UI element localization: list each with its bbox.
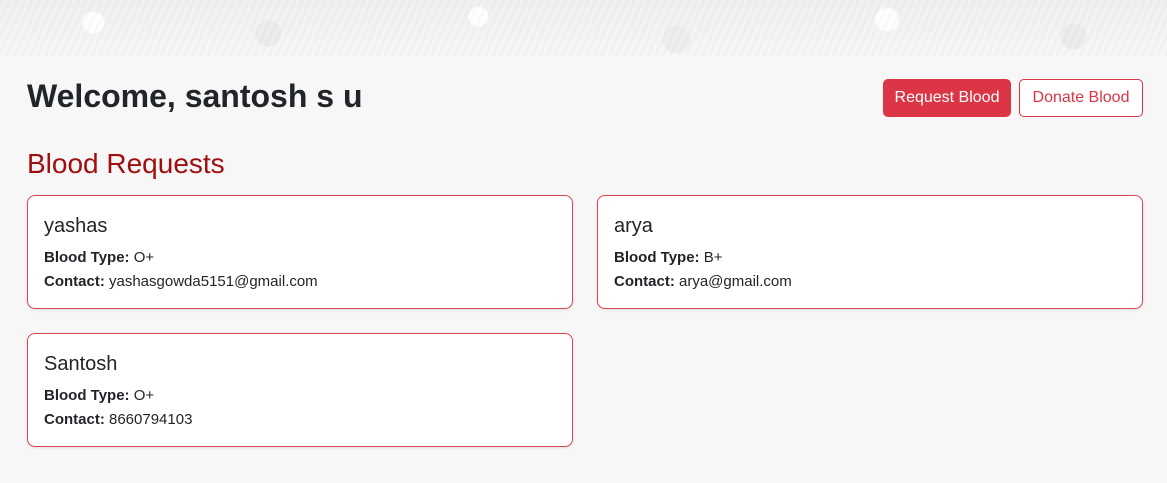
blood-type-value: O+ <box>133 249 155 266</box>
blood-request-card: Santosh Blood Type: O+ Contact: 86607941… <box>27 333 573 447</box>
blood-type-value: B+ <box>703 249 723 266</box>
donate-blood-button[interactable]: Donate Blood <box>1019 79 1143 117</box>
contact-line: Contact: yashasgowda5151@gmail.com <box>44 270 556 294</box>
blood-requests-title: Blood Requests <box>27 148 225 179</box>
contact-label: Contact: <box>44 273 105 290</box>
requester-name: arya <box>614 215 653 237</box>
blood-type-label: Blood Type: <box>44 249 130 266</box>
contact-label: Contact: <box>614 273 675 290</box>
blood-type-line: Blood Type: O+ <box>44 246 556 270</box>
contact-label: Contact: <box>44 411 105 428</box>
request-blood-button[interactable]: Request Blood <box>883 79 1011 117</box>
top-banner-background <box>0 0 1167 56</box>
blood-type-line: Blood Type: B+ <box>614 246 1126 270</box>
contact-value: yashasgowda5151@gmail.com <box>109 273 318 290</box>
blood-request-card: arya Blood Type: B+ Contact: arya@gmail.… <box>597 195 1143 309</box>
requester-name: yashas <box>44 215 108 237</box>
blood-request-card: yashas Blood Type: O+ Contact: yashasgow… <box>27 195 573 309</box>
contact-line: Contact: arya@gmail.com <box>614 270 1126 294</box>
blood-type-line: Blood Type: O+ <box>44 384 556 408</box>
blood-type-label: Blood Type: <box>614 249 700 266</box>
welcome-heading: Welcome, santosh s u <box>27 78 363 114</box>
blood-type-label: Blood Type: <box>44 387 130 404</box>
requester-name: Santosh <box>44 353 118 375</box>
blood-type-value: O+ <box>133 387 155 404</box>
contact-line: Contact: 8660794103 <box>44 408 556 432</box>
contact-value: arya@gmail.com <box>679 273 792 290</box>
contact-value: 8660794103 <box>109 411 193 428</box>
